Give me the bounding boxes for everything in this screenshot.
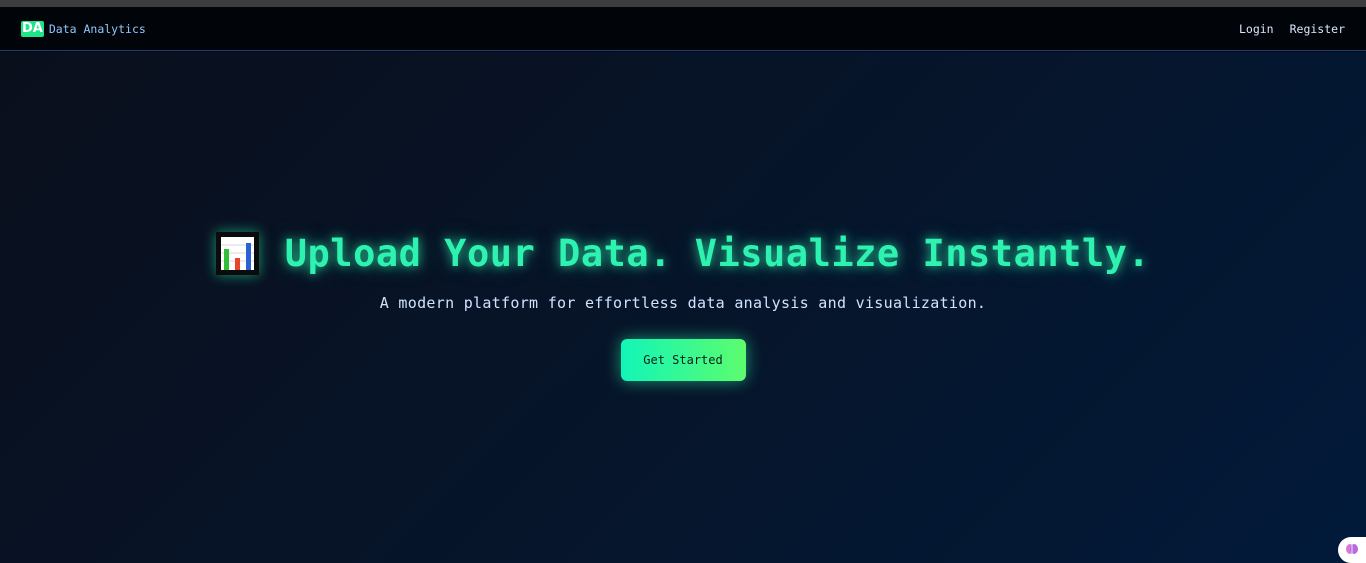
- navbar: DA Data Analytics Login Register: [0, 7, 1366, 51]
- brand-link[interactable]: DA Data Analytics: [21, 20, 146, 37]
- brand-logo: DA: [21, 20, 44, 37]
- get-started-button[interactable]: Get Started: [620, 339, 746, 381]
- hero-content: Upload Your Data. Visualize Instantly. A…: [0, 232, 1366, 381]
- assistant-widget-button[interactable]: [1338, 537, 1366, 563]
- bar-chart-icon: [215, 232, 259, 275]
- nav-links: Login Register: [1239, 22, 1345, 36]
- hero-subtitle: A modern platform for effortless data an…: [379, 294, 987, 312]
- brain-icon: [1345, 541, 1359, 560]
- hero-section: Upload Your Data. Visualize Instantly. A…: [0, 52, 1366, 563]
- register-link[interactable]: Register: [1290, 22, 1345, 36]
- brand-name: Data Analytics: [48, 21, 146, 36]
- login-link[interactable]: Login: [1239, 22, 1274, 36]
- hero-headline: Upload Your Data. Visualize Instantly.: [215, 232, 1151, 275]
- page-title: Upload Your Data. Visualize Instantly.: [284, 232, 1151, 275]
- browser-top-strip: [0, 0, 1366, 7]
